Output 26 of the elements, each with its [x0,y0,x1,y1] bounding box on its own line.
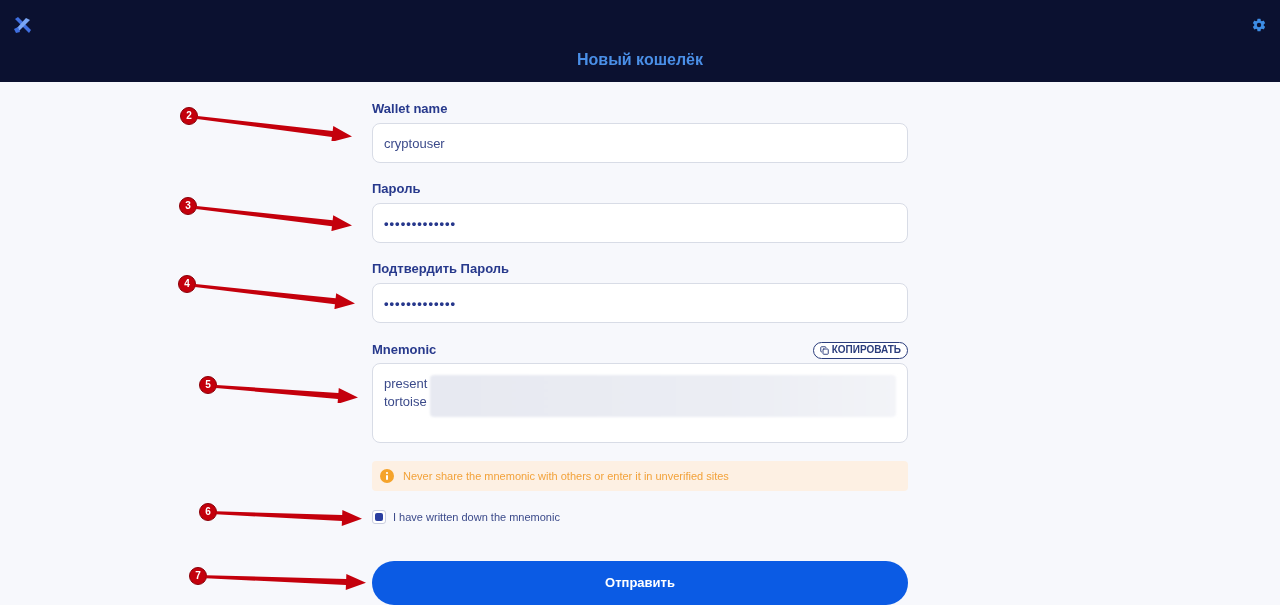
field-label: Wallet name [372,101,449,117]
warning-text: Never share the mnemonic with others or enter it in unverified sites [403,468,729,484]
step-marker: 4 [178,275,196,293]
field-label: Подтвердить Пароль [372,261,510,277]
step-marker: 3 [179,197,197,215]
settings-icon[interactable] [1252,18,1266,32]
info-icon [380,469,394,483]
copy-button[interactable]: КОПИРОВАТЬ [812,341,908,359]
copy-icon [819,345,829,355]
checkbox-label: I have written down the mnemonic [393,509,560,525]
page-title: Новый кошелёк [577,50,703,70]
step-marker: 5 [199,376,217,394]
input-field[interactable]: cryptouser [372,123,908,163]
password-field[interactable]: ••••••••••••• [372,283,908,323]
step-marker: 6 [199,503,217,521]
mnemonic-word: present [384,375,428,393]
mnemonic-word: tortoise [384,393,428,411]
checkbox[interactable] [372,510,386,524]
field-label: Mnemonic [372,342,437,358]
step-marker: 7 [189,567,207,585]
mnemonic-field[interactable]: present tortoise [372,363,908,443]
submit-button[interactable]: Отправить [372,561,908,605]
field-label: Пароль [372,181,422,197]
password-field[interactable]: ••••••••••••• [372,203,908,243]
step-marker: 2 [180,107,198,125]
logo-icon[interactable] [14,17,32,33]
